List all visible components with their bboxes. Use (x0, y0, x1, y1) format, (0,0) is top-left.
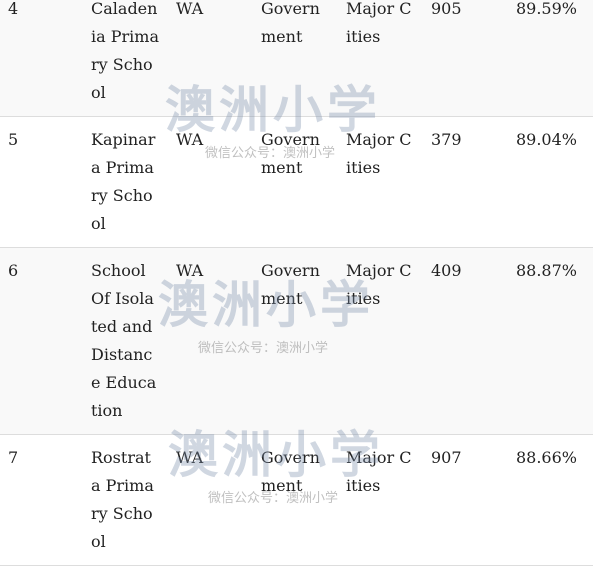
cell-state: WA (176, 448, 204, 467)
cell-rank: 4 (8, 0, 19, 18)
cell-percent: 88.87% (515, 261, 577, 280)
cell-count: 907 (431, 448, 462, 467)
cell-sector: Government (261, 261, 320, 308)
cell-sector: Government (261, 448, 320, 495)
cell-name: School Of Isolated and Distance Educatio… (91, 261, 157, 420)
cell-sector: Government (261, 130, 320, 177)
table-row: 7 Rostrata Primary School WA Government Majo… (0, 434, 593, 566)
cell-count: 409 (431, 261, 462, 280)
table-row: 6 School Of Isolated and Distance Educati… (0, 247, 593, 435)
cell-rank: 7 (8, 448, 19, 467)
cell-percent: 89.59% (515, 0, 577, 18)
cell-rank: 6 (8, 261, 19, 280)
cell-state: WA (176, 261, 204, 280)
cell-name: Caladenia Primary School (91, 0, 159, 102)
cell-rank: 5 (8, 130, 19, 149)
table-row: 4 Caladenia Primary School WA Government Maj… (0, 0, 593, 117)
cell-type: Major Cities (346, 448, 412, 495)
cell-sector: Government (261, 0, 320, 46)
cell-name: Kapinara Primary School (91, 130, 156, 233)
cell-state: WA (176, 130, 204, 149)
table-row: 5 Kapinara Primary School WA Government Majo… (0, 116, 593, 248)
cell-name: Rostrata Primary School (91, 448, 154, 551)
cell-percent: 89.04% (515, 130, 577, 149)
cell-type: Major Cities (346, 0, 412, 46)
cell-type: Major Cities (346, 130, 412, 177)
cell-percent: 88.66% (515, 448, 577, 467)
cell-count: 905 (431, 0, 462, 18)
cell-state: WA (176, 0, 204, 18)
cell-type: Major Cities (346, 261, 412, 308)
school-ranking-table: 4 Caladenia Primary School WA Government Maj… (0, 0, 593, 566)
cell-count: 379 (431, 130, 462, 149)
